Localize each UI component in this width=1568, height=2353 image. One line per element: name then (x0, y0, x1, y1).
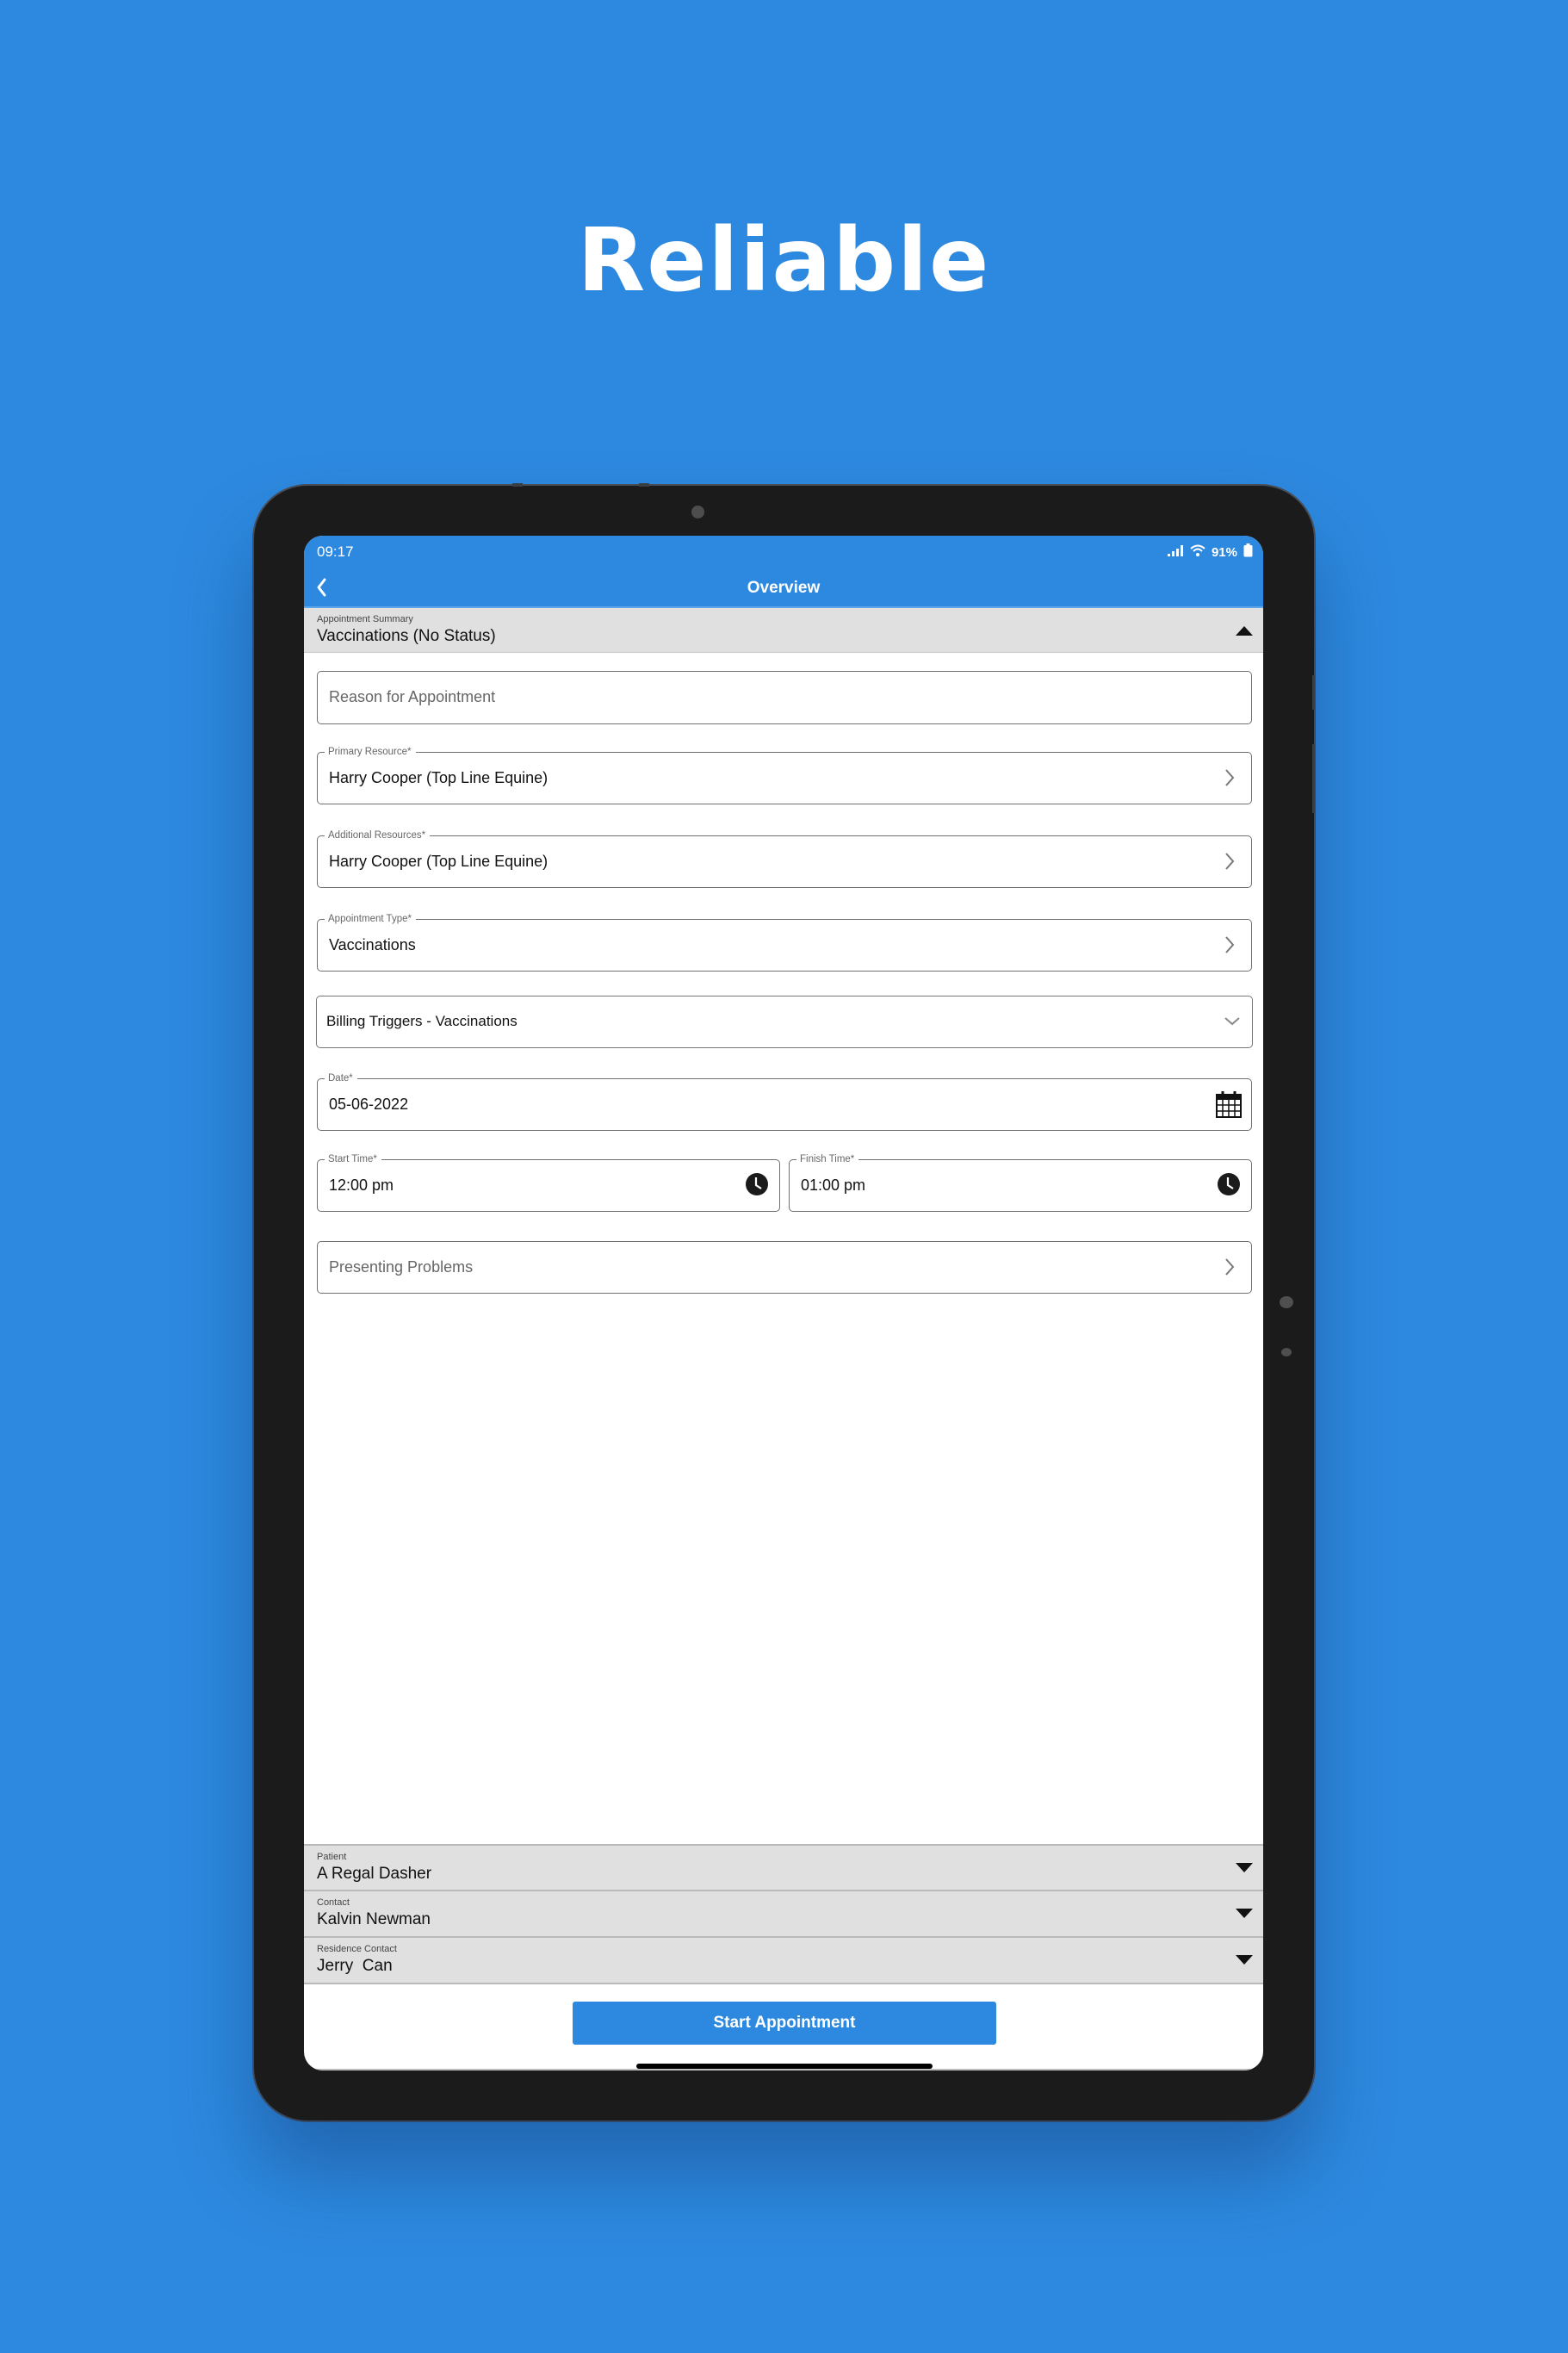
contact-label: Contact (317, 1897, 350, 1908)
start-appointment-button[interactable]: Start Appointment (573, 2002, 996, 2045)
residence-contact-value: Jerry Can (317, 1957, 393, 1975)
clock-icon[interactable] (745, 1172, 769, 1196)
presenting-problems-field[interactable]: Presenting Problems (317, 1241, 1252, 1294)
wifi-icon (1190, 544, 1205, 560)
expand-arrow-icon (1236, 1955, 1253, 1965)
primary-resource-field[interactable]: Primary Resource* Harry Cooper (Top Line… (317, 745, 1252, 804)
appointment-summary-toggle[interactable]: Appointment Summary Vaccinations (No Sta… (304, 608, 1263, 653)
screen-edge (304, 2069, 1263, 2071)
start-time-value: 12:00 pm (329, 1176, 394, 1194)
side-button-1 (1312, 675, 1315, 710)
battery-icon (1243, 543, 1253, 561)
primary-resource-value: Harry Cooper (Top Line Equine) (329, 769, 548, 786)
page-title: Overview (747, 579, 821, 597)
date-field[interactable]: Date* 05-06-2022 (317, 1071, 1252, 1131)
finish-time-value: 01:00 pm (801, 1176, 866, 1194)
tablet-frame: 09:17 91% Overview Appointment Summary V… (254, 483, 1315, 2120)
billing-triggers-value: Billing Triggers - Vaccinations (326, 1013, 518, 1029)
calendar-icon[interactable] (1215, 1090, 1243, 1119)
additional-resources-value: Harry Cooper (Top Line Equine) (329, 853, 548, 870)
cellular-signal-icon (1167, 544, 1184, 560)
app-screen: 09:17 91% Overview Appointment Summary V… (304, 536, 1263, 2071)
reason-for-appointment-input[interactable]: Reason for Appointment (317, 671, 1252, 724)
start-time-field[interactable]: Start Time* 12:00 pm (317, 1152, 780, 1212)
billing-triggers-dropdown[interactable]: Billing Triggers - Vaccinations (316, 996, 1253, 1048)
date-label: Date* (325, 1071, 357, 1085)
volume-button-top-2 (639, 483, 649, 487)
primary-resource-label: Primary Resource* (325, 745, 416, 759)
date-value: 05-06-2022 (329, 1096, 409, 1113)
additional-resources-field[interactable]: Additional Resources* Harry Cooper (Top … (317, 829, 1252, 888)
appointment-summary-label: Appointment Summary (317, 614, 413, 624)
contact-value: Kalvin Newman (317, 1910, 431, 1928)
finish-time-field[interactable]: Finish Time* 01:00 pm (789, 1152, 1252, 1212)
appointment-summary-value: Vaccinations (No Status) (317, 627, 496, 645)
appointment-type-value: Vaccinations (329, 936, 416, 953)
clock-icon[interactable] (1217, 1172, 1241, 1196)
contact-section-toggle[interactable]: Contact Kalvin Newman (304, 1890, 1263, 1936)
side-button-2 (1312, 744, 1315, 813)
patient-section-toggle[interactable]: Patient A Regal Dasher (304, 1844, 1263, 1890)
finish-time-label: Finish Time* (796, 1152, 859, 1166)
chevron-right-icon (1220, 934, 1239, 956)
volume-button-top-1 (512, 483, 523, 487)
sensor-dot (1281, 1348, 1292, 1357)
start-time-label: Start Time* (325, 1152, 381, 1166)
patient-value: A Regal Dasher (317, 1865, 432, 1883)
residence-contact-section-toggle[interactable]: Residence Contact Jerry Can (304, 1936, 1263, 1984)
front-camera (691, 506, 704, 518)
page-headline: Reliable (577, 209, 991, 312)
chevron-right-icon (1220, 1256, 1239, 1278)
presenting-problems-placeholder: Presenting Problems (329, 1258, 474, 1276)
expand-arrow-icon (1236, 1909, 1253, 1918)
expand-arrow-icon (1236, 1863, 1253, 1872)
chevron-right-icon (1220, 850, 1239, 872)
status-time: 09:17 (317, 543, 354, 560)
appointment-type-field[interactable]: Appointment Type* Vaccinations (317, 912, 1252, 972)
sensor-dot (1280, 1296, 1293, 1308)
collapse-arrow-icon (1236, 626, 1253, 636)
status-bar: 09:17 91% (304, 536, 1263, 570)
chevron-down-icon (1223, 1012, 1242, 1034)
patient-label: Patient (317, 1852, 347, 1862)
battery-percent: 91% (1211, 544, 1237, 560)
additional-resources-label: Additional Resources* (325, 829, 431, 842)
residence-contact-label: Residence Contact (317, 1944, 397, 1954)
chevron-right-icon (1220, 767, 1239, 789)
status-indicators: 91% (1167, 543, 1253, 561)
navigation-bar: Overview (304, 570, 1263, 608)
appointment-type-label: Appointment Type* (325, 912, 416, 926)
reason-placeholder: Reason for Appointment (329, 688, 496, 705)
